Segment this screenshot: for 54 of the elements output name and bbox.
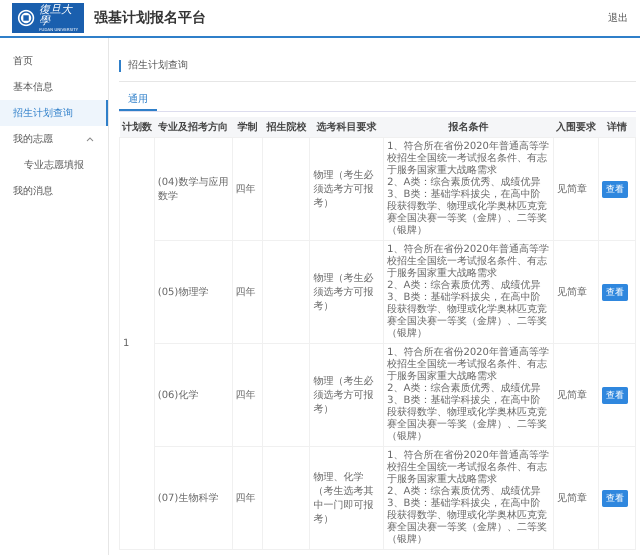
- table-cell: 见简章: [554, 446, 599, 550]
- condition-text: 1、符合所在省份2020年普通高等学校招生全国统一考试报名条件、有志于服务国家重大战略需求: [387, 450, 550, 486]
- view-button[interactable]: 查看: [602, 180, 628, 198]
- column-header: 选考科目要求: [310, 117, 384, 138]
- table-cell: 见简章: [554, 344, 599, 446]
- condition-text: 3、B类：基础学科拔尖，在高中阶段获得数学、物理或化学奥林匹克竞赛全国决赛一等奖（金牌）、二等奖（银牌）: [387, 395, 548, 443]
- condition-text: 2、A类：综合素质优秀、成绩优异: [387, 280, 542, 292]
- table-cell: (07)生物科学: [154, 446, 232, 550]
- table-cell: 四年: [232, 446, 263, 550]
- table-cell: 四年: [232, 344, 263, 446]
- column-header: 计划数: [120, 117, 154, 138]
- table-cell: 四年: [232, 240, 263, 344]
- column-header: 入围要求: [554, 117, 599, 138]
- table-cell: 物理（考生必须选考方可报考）: [310, 344, 384, 446]
- table-cell: 物理（考生必须选考方可报考）: [310, 240, 384, 344]
- table-cell: 物理（考生必须选考方可报考）: [310, 138, 384, 240]
- table-cell: (05)物理学: [154, 240, 232, 344]
- sidebar-item[interactable]: 首页: [0, 48, 108, 74]
- table-cell: 四年: [232, 138, 263, 240]
- table-cell: (06)化学: [154, 344, 232, 446]
- view-button[interactable]: 查看: [602, 386, 628, 404]
- condition-text: 1、符合所在省份2020年普通高等学校招生全国统一考试报名条件、有志于服务国家重大战略需求: [387, 244, 550, 280]
- sidebar-item[interactable]: 基本信息: [0, 74, 108, 100]
- emblem-icon: [17, 8, 36, 28]
- column-header: 报名条件: [384, 117, 554, 138]
- chevron-icon[interactable]: [86, 136, 94, 142]
- table-cell: (04)数学与应用数学: [154, 138, 232, 240]
- logo-text: 復旦大學: [39, 4, 74, 26]
- condition-text: 1、符合所在省份2020年普通高等学校招生全国统一考试报名条件、有志于服务国家重大战略需求: [387, 347, 550, 382]
- platform-title: 强基计划报名平台: [94, 9, 207, 27]
- table-cell: 物理、化学（考生选考其中一门即可报考）: [310, 446, 384, 550]
- table-cell: 1: [120, 138, 154, 550]
- view-button[interactable]: 查看: [602, 284, 628, 300]
- column-header: 招生院校: [262, 117, 310, 138]
- logout-link[interactable]: 退出: [608, 11, 628, 25]
- sidebar-item[interactable]: 专业志愿填报: [0, 152, 108, 178]
- condition-text: 3、B类：基础学科拔尖，在高中阶段获得数学、物理或化学奥林匹克竞赛全国决赛一等奖（金牌）、二等奖（银牌）: [387, 292, 548, 340]
- sidebar-item[interactable]: 招生计划查询: [0, 100, 108, 126]
- sidebar-item[interactable]: 我的志愿: [0, 126, 108, 152]
- condition-text: 3、B类：基础学科拔尖，在高中阶段获得数学、物理或化学奥林匹克竞赛全国决赛一等奖（金牌）、二等奖（银牌）: [387, 498, 548, 546]
- tab[interactable]: 通用: [119, 92, 157, 111]
- column-header: 详情: [598, 117, 636, 138]
- condition-text: 1、符合所在省份2020年普通高等学校招生全国统一考试报名条件、有志于服务国家重大战略需求: [387, 141, 550, 176]
- column-header: 专业及招考方向: [154, 117, 232, 138]
- table-cell: 见简章: [554, 240, 599, 344]
- column-header: 学制: [232, 117, 263, 138]
- condition-text: 2、A类：综合素质优秀、成绩优异: [387, 383, 542, 394]
- condition-text: 2、A类：综合素质优秀、成绩优异: [387, 486, 542, 498]
- view-button[interactable]: 查看: [602, 490, 628, 506]
- sidebar-item[interactable]: 我的消息: [0, 178, 108, 204]
- condition-text: 3、B类：基础学科拔尖，在高中阶段获得数学、物理或化学奥林匹克竞赛全国决赛一等奖（金牌）、二等奖（银牌）: [387, 189, 548, 237]
- condition-text: 2、A类：综合素质优秀、成绩优异: [387, 177, 542, 188]
- panel-title: 招生计划查询: [119, 60, 188, 72]
- table-cell: 见简章: [554, 138, 599, 240]
